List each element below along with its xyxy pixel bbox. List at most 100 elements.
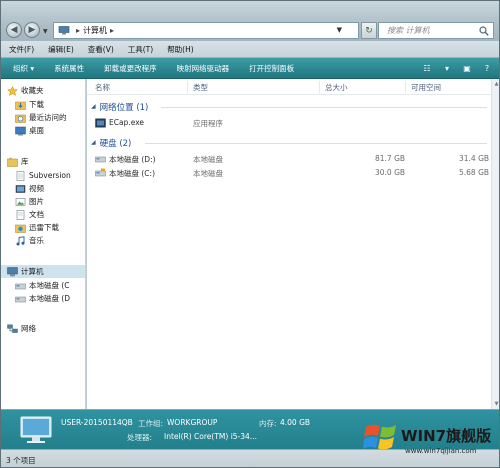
drive-icon — [95, 156, 106, 163]
memory-label: 内存: — [259, 419, 277, 428]
nav-item-subversion[interactable]: Subversion — [1, 169, 85, 182]
system-drive-icon — [95, 168, 106, 177]
computer-icon — [7, 266, 18, 276]
collapse-arrow-icon[interactable]: ◢ — [91, 103, 96, 110]
item-name: ECap.exe — [109, 118, 145, 127]
win7-watermark: WIN7旗舰版 www.win7qijian.com — [361, 415, 499, 465]
computer-icon — [58, 26, 70, 35]
help-icon[interactable]: ? — [481, 62, 493, 74]
nav-item-label: 迅雷下载 — [29, 223, 59, 232]
open-control-panel-button[interactable]: 打开控制面板 — [239, 63, 304, 74]
nav-item-videos[interactable]: 视频 — [1, 182, 85, 195]
nav-item-music[interactable]: 音乐 — [1, 234, 85, 247]
vertical-scrollbar[interactable]: ▲ ▼ — [491, 79, 499, 409]
nav-libraries-label: 库 — [21, 157, 29, 166]
nav-favorites-label: 收藏夹 — [21, 86, 44, 95]
address-dropdown-icon[interactable]: ▼ — [337, 26, 342, 34]
breadcrumb-separator-icon[interactable]: ▸ — [110, 26, 114, 35]
group-hard-drives[interactable]: ◢ 硬盘 (2) — [91, 136, 131, 149]
drive-free-space: 5.68 GB — [459, 168, 490, 177]
processor-value: Intel(R) Core(TM) i5-34... — [164, 432, 257, 441]
drive-name: 本地磁盘 (D:) — [109, 155, 156, 164]
address-bar[interactable]: ▸ 计算机 ▸ ▼ — [53, 22, 359, 39]
nav-libraries[interactable]: 库 — [1, 155, 85, 168]
nav-item-drive-c[interactable]: 本地磁盘 (C — [1, 279, 85, 292]
nav-item-xunlei[interactable]: 迅雷下载 — [1, 221, 85, 234]
nav-item-documents[interactable]: 文档 — [1, 208, 85, 221]
column-divider[interactable] — [405, 81, 406, 93]
preview-pane-icon[interactable]: ▣ — [461, 62, 473, 74]
column-header: 名称 类型 总大小 可用空间 — [87, 79, 491, 95]
drive-icon — [15, 283, 26, 289]
nav-item-label: 下载 — [29, 100, 44, 109]
column-free-space[interactable]: 可用空间 — [411, 82, 441, 93]
map-network-drive-button[interactable]: 映射网络驱动器 — [167, 63, 240, 74]
nav-item-desktop[interactable]: 桌面 — [1, 124, 85, 137]
scroll-up-icon[interactable]: ▲ — [492, 79, 499, 89]
column-divider[interactable] — [319, 81, 320, 93]
music-note-icon — [16, 235, 25, 245]
nav-item-drive-d[interactable]: 本地磁盘 (D — [1, 292, 85, 305]
watermark-url: www.win7qijian.com — [405, 447, 477, 455]
change-view-icon[interactable]: ☷ — [421, 62, 433, 74]
menu-bar: 文件(F) 编辑(E) 查看(V) 工具(T) 帮助(H) — [1, 41, 499, 58]
nav-network[interactable]: 网络 — [1, 322, 85, 335]
computer-name: USER-20150114QB — [61, 418, 133, 427]
library-icon — [7, 157, 18, 167]
column-name[interactable]: 名称 — [95, 82, 110, 93]
collapse-arrow-icon[interactable]: ◢ — [91, 139, 96, 146]
drive-type: 本地磁盘 — [193, 169, 223, 178]
search-box[interactable]: 搜索 计算机 — [378, 22, 494, 39]
nav-item-downloads[interactable]: 下载 — [1, 98, 85, 111]
list-item[interactable]: ECap.exe 应用程序 — [87, 117, 491, 129]
uninstall-program-button[interactable]: 卸载或更改程序 — [94, 63, 167, 74]
table-row[interactable]: 本地磁盘 (D:) 本地磁盘 81.7 GB 31.4 GB — [87, 153, 491, 165]
menu-edit[interactable]: 编辑(E) — [48, 44, 74, 55]
forward-button[interactable]: ▶ — [24, 22, 40, 38]
column-total-size[interactable]: 总大小 — [325, 82, 348, 93]
nav-computer[interactable]: 计算机 — [1, 265, 85, 278]
group-network-locations[interactable]: ◢ 网络位置 (1) — [91, 100, 148, 113]
menu-help[interactable]: 帮助(H) — [167, 44, 194, 55]
drive-name: 本地磁盘 (C:) — [109, 169, 155, 178]
video-library-icon — [15, 184, 26, 193]
search-icon[interactable] — [479, 26, 489, 36]
content-pane: 名称 类型 总大小 可用空间 ◢ 网络位置 (1) ECap.exe 应用程序 … — [87, 79, 491, 409]
desktop-icon — [15, 126, 26, 135]
menu-tools[interactable]: 工具(T) — [128, 44, 153, 55]
breadcrumb-computer[interactable]: 计算机 — [83, 25, 107, 36]
explorer-window: ◀ ▶ ▼ ▸ 计算机 ▸ ▼ ↻ 搜索 计算机 文件(F) 编辑(E) 查看(… — [0, 0, 500, 468]
nav-item-recent[interactable]: 最近访问的 — [1, 111, 85, 124]
search-input[interactable]: 搜索 计算机 — [387, 25, 430, 36]
nav-item-label: 本地磁盘 (C — [29, 281, 70, 290]
nav-item-label: 最近访问的 — [29, 113, 67, 122]
memory-value: 4.00 GB — [280, 418, 311, 427]
item-count: 3 个项目 — [6, 456, 36, 465]
system-properties-button[interactable]: 系统属性 — [44, 63, 94, 74]
forward-arrow-icon: ▶ — [28, 24, 36, 35]
view-dropdown-icon[interactable]: ▾ — [441, 62, 453, 74]
organize-button[interactable]: 组织 ▾ — [1, 63, 44, 74]
breadcrumb-separator-icon: ▸ — [76, 26, 81, 35]
back-arrow-icon: ◀ — [10, 24, 18, 35]
scroll-down-icon[interactable]: ▼ — [492, 399, 499, 409]
drive-total-size: 81.7 GB — [375, 154, 406, 163]
nav-item-pictures[interactable]: 图片 — [1, 195, 85, 208]
back-button[interactable]: ◀ — [6, 22, 22, 38]
column-divider[interactable] — [187, 81, 188, 93]
menu-file[interactable]: 文件(F) — [9, 44, 34, 55]
menu-view[interactable]: 查看(V) — [88, 44, 114, 55]
nav-item-label: Subversion — [29, 171, 71, 180]
nav-item-label: 视频 — [29, 184, 44, 193]
refresh-button[interactable]: ↻ — [361, 22, 377, 39]
title-bar: ◀ ▶ ▼ ▸ 计算机 ▸ ▼ ↻ 搜索 计算机 — [1, 1, 499, 41]
nav-favorites[interactable]: 收藏夹 — [1, 84, 85, 97]
nav-network-label: 网络 — [21, 324, 36, 333]
column-type[interactable]: 类型 — [193, 82, 208, 93]
downloads-folder-icon — [15, 101, 26, 110]
item-type: 应用程序 — [193, 119, 223, 128]
table-row[interactable]: 本地磁盘 (C:) 本地磁盘 30.0 GB 5.68 GB — [87, 167, 491, 179]
command-bar: 组织 ▾ 系统属性 卸载或更改程序 映射网络驱动器 打开控制面板 ☷ ▾ ▣ ? — [1, 58, 499, 79]
recent-pages-dropdown[interactable]: ▼ — [43, 28, 48, 35]
thunder-download-icon — [15, 224, 26, 233]
